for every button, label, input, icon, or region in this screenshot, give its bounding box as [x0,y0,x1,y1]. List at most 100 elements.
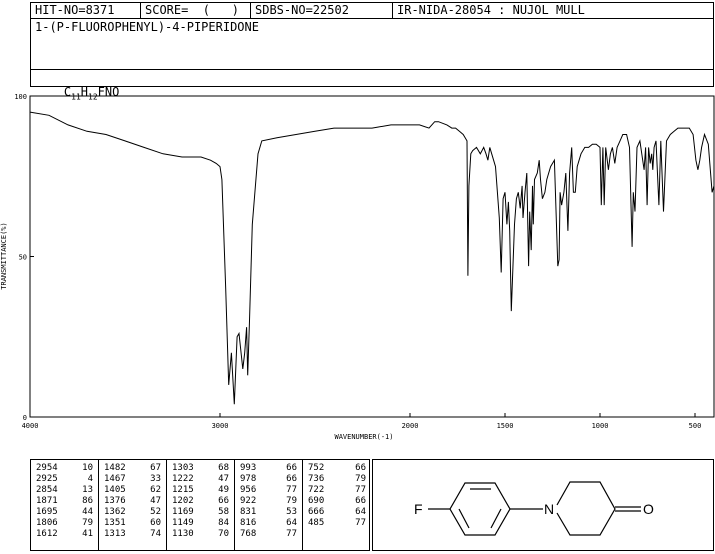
y-axis-ticks: 0 50 100 [14,93,34,422]
peak-row: 1202 66 [167,496,234,507]
peak-row: 1313 74 [99,529,166,540]
peak-wavenumber: 1405 [104,485,126,495]
peak-wavenumber: 1376 [104,496,126,506]
peak-wavenumber: 978 [240,474,257,484]
peak-transmittance: 79 [82,518,93,528]
peak-row: 1482 67 [99,463,166,474]
peak-transmittance: 77 [355,518,366,528]
peak-wavenumber: 2925 [36,474,58,484]
peak-wavenumber: 1222 [172,474,194,484]
peak-transmittance: 70 [218,529,229,539]
peak-wavenumber: 1313 [104,529,126,539]
peak-row: 1376 47 [99,496,166,507]
peak-wavenumber: 1806 [36,518,58,528]
molecule-structure: F N O [414,481,654,536]
peak-row: 666 64 [303,507,371,518]
peak-row: 752 66 [303,463,371,474]
peak-transmittance: 60 [150,518,161,528]
peak-transmittance: 79 [355,474,366,484]
peak-wavenumber: 736 [308,474,325,484]
peak-transmittance: 68 [218,463,229,473]
y-axis-label: TRANSMITTANCE(%) [0,222,8,289]
x-axis-ticks: 4000 3000 2000 1500 1000 500 [22,413,701,430]
atom-oxygen: O [643,501,654,517]
peak-transmittance: 66 [355,496,366,506]
peak-transmittance: 66 [286,463,297,473]
peak-wavenumber: 1351 [104,518,126,528]
peak-transmittance: 67 [150,463,161,473]
peak-transmittance: 47 [150,496,161,506]
peak-wavenumber: 1695 [36,507,58,517]
peak-row: 2954 10 [31,463,98,474]
peak-transmittance: 41 [82,529,93,539]
ir-spectrum-chart: 0 50 100 4000 3000 2000 1500 1000 500 WAVENUMBE… [0,93,715,441]
peak-column: 1482 67 1467 33 1405 62 1376 47 1362 52 1351 60 1313… [99,460,167,550]
peak-transmittance: 79 [286,496,297,506]
peak-transmittance: 58 [218,507,229,517]
peak-row: 1806 79 [31,518,98,529]
peak-wavenumber: 1362 [104,507,126,517]
peak-row: 1467 33 [99,474,166,485]
peak-row: 1222 47 [167,474,234,485]
peak-wavenumber: 666 [308,507,325,517]
peak-wavenumber: 690 [308,496,325,506]
x-tick-label: 2000 [402,422,419,430]
peak-table: 2954 10 2925 4 2854 13 1871 86 1695 44 1806 79 1612 4… [30,459,370,551]
peak-row: 922 79 [235,496,302,507]
peak-row: 1405 62 [99,485,166,496]
peak-transmittance: 47 [218,474,229,484]
peak-row: 2854 13 [31,485,98,496]
x-tick-label: 4000 [22,422,39,430]
peak-row: 1871 86 [31,496,98,507]
peak-row: 1169 58 [167,507,234,518]
peak-transmittance: 77 [355,485,366,495]
atom-nitrogen: N [544,501,554,517]
plot-frame [29,95,715,418]
peak-transmittance: 52 [150,507,161,517]
peak-wavenumber: 722 [308,485,325,495]
aromatic-bond [458,508,470,529]
peak-wavenumber: 1215 [172,485,194,495]
peak-transmittance: 77 [286,529,297,539]
peak-row: 816 64 [235,518,302,529]
peak-wavenumber: 956 [240,485,257,495]
peak-row: 1362 52 [99,507,166,518]
peak-wavenumber: 1612 [36,529,58,539]
peak-wavenumber: 993 [240,463,257,473]
peak-transmittance: 10 [82,463,93,473]
x-tick-label: 1000 [592,422,609,430]
peak-wavenumber: 2854 [36,485,58,495]
peak-row: 722 77 [303,485,371,496]
peak-transmittance: 62 [150,485,161,495]
peak-row: 978 66 [235,474,302,485]
peak-wavenumber: 1467 [104,474,126,484]
peak-row: 768 77 [235,529,302,540]
peak-wavenumber: 1149 [172,518,194,528]
x-tick-label: 3000 [212,422,229,430]
peak-transmittance: 33 [150,474,161,484]
peak-transmittance: 64 [286,518,297,528]
peak-row: 1695 44 [31,507,98,518]
peak-transmittance: 44 [82,507,93,517]
peak-wavenumber: 1130 [172,529,194,539]
atom-fluorine: F [414,501,423,517]
peak-row: 1130 70 [167,529,234,540]
peak-transmittance: 49 [218,485,229,495]
peak-wavenumber: 816 [240,518,257,528]
peak-transmittance: 74 [150,529,161,539]
spectrum-series-line [29,111,715,405]
peak-transmittance: 66 [355,463,366,473]
peak-row: 1215 49 [167,485,234,496]
peak-transmittance: 86 [82,496,93,506]
peak-row: 736 79 [303,474,371,485]
peak-column: 752 66 736 79 722 77 690 66 666 64 485 77 [303,460,371,550]
x-axis-label: WAVENUMBER(-1) [334,433,393,441]
y-tick-label: 0 [23,414,27,422]
peak-row: 1351 60 [99,518,166,529]
peak-row: 956 77 [235,485,302,496]
peak-wavenumber: 768 [240,529,257,539]
peak-wavenumber: 1482 [104,463,126,473]
peak-wavenumber: 1202 [172,496,194,506]
peak-row: 690 66 [303,496,371,507]
peak-transmittance: 64 [355,507,366,517]
